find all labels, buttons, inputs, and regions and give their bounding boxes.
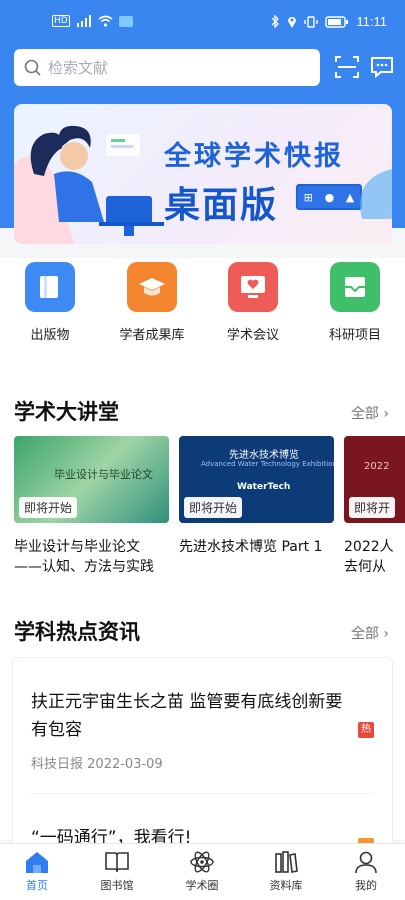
quick-entry-row: 出版物 学者成果库 学术会议 科研项目 xyxy=(0,258,405,358)
scan-icon[interactable] xyxy=(334,54,360,80)
lecture-title: 毕业设计与毕业论文 xyxy=(14,539,140,555)
home-icon xyxy=(26,852,48,873)
news-card[interactable]: 扶正元宇宙生长之苗 监管要有底线创新要有包容 热 科技日报 2022-03-09… xyxy=(12,657,393,857)
location-icon xyxy=(288,17,297,28)
news-source: 科技日报 xyxy=(31,757,84,772)
tab-mine[interactable]: 我的 xyxy=(336,850,396,893)
quick-entry-label: 科研项目 xyxy=(328,328,381,343)
tab-label: 首页 xyxy=(26,879,48,892)
tab-label: 图书馆 xyxy=(100,879,134,892)
chevron-right-icon: › xyxy=(383,626,389,642)
status-badge: 即将开始 xyxy=(184,497,243,518)
tab-label: 我的 xyxy=(355,879,377,892)
bottom-tab-bar: 首页 图书馆 学术圈 资料库 我的 xyxy=(0,843,405,900)
quick-entry-publications[interactable]: 出版物 xyxy=(5,262,95,343)
search-box[interactable] xyxy=(14,49,320,86)
vibrate-icon xyxy=(304,15,319,28)
news-title: 扶正元宇宙生长之苗 监管要有底线创新要有包容 xyxy=(31,692,343,740)
thumbnail-text: 毕业设计与毕业论文 xyxy=(54,468,153,481)
more-label: 全部 xyxy=(350,626,379,642)
inbox-icon xyxy=(330,262,380,312)
banner-subtitle: 桌面版 xyxy=(164,185,279,226)
lecture-more-link[interactable]: 全部 › xyxy=(351,403,389,423)
status-badge: 即将开 xyxy=(349,497,396,518)
signal-icon xyxy=(76,15,91,27)
lecture-thumbnail: 2022 即将开 xyxy=(344,436,405,523)
tab-label: 学术圈 xyxy=(185,879,219,892)
leaf-decoration-icon xyxy=(360,169,392,219)
lecture-title: 先进水技术博览 Part 1 xyxy=(179,539,323,555)
atom-icon xyxy=(190,851,214,873)
tab-database[interactable]: 资料库 xyxy=(256,850,316,893)
news-date: 2022-03-09 xyxy=(87,757,163,772)
lecture-card[interactable]: 毕业设计与毕业论文 即将开始 毕业设计与毕业论文 ——认知、方法与实践 xyxy=(14,436,169,577)
quick-entry-scholar-library[interactable]: 学者成果库 xyxy=(107,262,197,343)
banner-title: 全球学术快报 xyxy=(164,141,344,172)
tab-academic-circle[interactable]: 学术圈 xyxy=(172,850,232,893)
clock: 11:11 xyxy=(356,14,387,29)
open-book-icon xyxy=(105,852,129,873)
apple-icon: ● xyxy=(324,190,335,204)
thumbnail-text: 先进水技术博览 xyxy=(229,450,299,461)
quick-entry-label: 出版物 xyxy=(30,328,70,343)
quick-entry-label: 学术会议 xyxy=(226,328,279,343)
news-meta: 科技日报 2022-03-09 xyxy=(31,753,163,772)
more-label: 全部 xyxy=(350,406,379,422)
divider xyxy=(31,793,374,794)
chevron-right-icon: › xyxy=(383,406,389,422)
tab-home[interactable]: 首页 xyxy=(7,850,67,893)
status-bar: HD 11:11 xyxy=(0,0,405,42)
nfc-icon xyxy=(118,15,133,27)
search-icon xyxy=(24,59,41,76)
promo-banner[interactable]: 全球学术快报 桌面版 ⊞ ● ▲ xyxy=(14,104,392,244)
message-icon[interactable] xyxy=(369,54,395,80)
book-icon xyxy=(25,262,75,312)
lecture-thumbnail: 毕业设计与毕业论文 即将开始 xyxy=(14,436,169,523)
thumbnail-subtext: Advanced Water Technology Exhibition xyxy=(201,460,334,468)
status-right: 11:11 xyxy=(271,14,387,29)
lecture-card[interactable]: 先进水技术博览 Advanced Water Technology Exhibi… xyxy=(179,436,334,557)
library-shelf-icon xyxy=(275,851,298,873)
thumbnail-text: 2022 xyxy=(364,461,390,472)
hot-news-more-link[interactable]: 全部 › xyxy=(351,623,389,643)
lecture-thumbnail: 先进水技术博览 Advanced Water Technology Exhibi… xyxy=(179,436,334,523)
status-badge: 即将开始 xyxy=(19,497,78,518)
status-left: HD xyxy=(52,15,133,27)
banner-illustration xyxy=(14,125,164,244)
hd-icon: HD xyxy=(52,15,70,27)
quick-entry-conferences[interactable]: 学术会议 xyxy=(208,262,298,343)
lecture-title-line2: ——认知、方法与实践 xyxy=(14,559,154,575)
user-icon xyxy=(355,851,377,874)
quick-entry-projects[interactable]: 科研项目 xyxy=(310,262,400,343)
lecture-title: 2022人 xyxy=(344,539,394,555)
lecture-title-line2: 去何从 xyxy=(344,559,386,575)
lecture-section-title: 学术大讲堂 xyxy=(14,400,119,424)
wifi-icon xyxy=(98,15,113,27)
windows-icon: ⊞ xyxy=(303,190,313,204)
tab-library[interactable]: 图书馆 xyxy=(87,850,147,893)
lecture-card[interactable]: 2022 即将开 2022人 去何从 xyxy=(344,436,405,577)
monitor-heart-icon xyxy=(228,262,278,312)
thumbnail-brand: WaterTech xyxy=(237,482,291,492)
quick-entry-label: 学者成果库 xyxy=(119,328,185,343)
tab-label: 资料库 xyxy=(269,879,303,892)
bluetooth-icon xyxy=(271,15,280,28)
hot-tag: 热 xyxy=(358,722,374,738)
hot-news-section-title: 学科热点资讯 xyxy=(14,620,140,644)
battery-icon xyxy=(325,15,349,28)
search-input[interactable] xyxy=(48,58,288,77)
graduation-cap-icon xyxy=(127,262,177,312)
